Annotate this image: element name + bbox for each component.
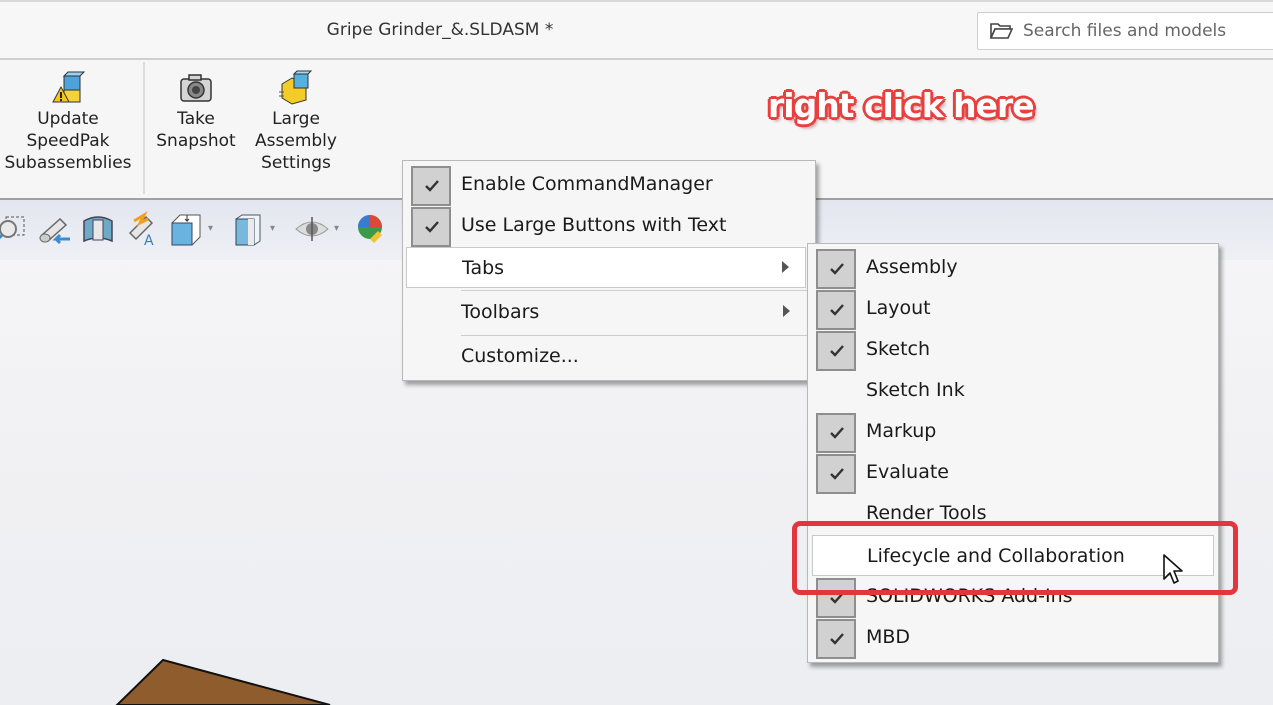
edit-appearance-icon[interactable] (354, 211, 384, 247)
menu-item-use-large-buttons[interactable]: Use Large Buttons with Text (406, 205, 812, 247)
check-icon (830, 427, 844, 439)
checkbox-checked (816, 249, 856, 289)
menu-item-label: Use Large Buttons with Text (461, 214, 727, 236)
take-snapshot-button[interactable]: Take Snapshot (150, 70, 242, 152)
dynamic-annotation-views-icon[interactable]: A (124, 211, 160, 247)
ribbon-label: Snapshot (156, 131, 236, 151)
menu-item-label: Enable CommandManager (461, 173, 713, 195)
menu-item-label: Sketch (866, 338, 931, 360)
chevron-down-icon[interactable]: ▾ (208, 224, 218, 234)
menu-item-toolbars[interactable]: Toolbars (406, 292, 806, 333)
large-assembly-icon (279, 70, 313, 105)
tab-toggle-sketch-ink[interactable]: Sketch Ink (811, 370, 1215, 411)
view-orientation-icon[interactable] (168, 211, 204, 247)
mouse-pointer-icon (1163, 554, 1183, 584)
previous-view-icon[interactable] (36, 211, 72, 247)
check-icon (830, 468, 844, 480)
camera-icon (180, 74, 212, 102)
check-icon (830, 345, 844, 357)
menu-item-label: Markup (866, 420, 937, 442)
search-files-input[interactable]: Search files and models (977, 12, 1273, 50)
heads-up-view-toolbar: A ▾ ▾ ▾ (0, 207, 410, 251)
menu-item-label: Toolbars (461, 301, 540, 323)
check-icon (425, 180, 439, 192)
tab-toggle-sketch[interactable]: Sketch (811, 329, 1215, 371)
checkbox-checked (816, 290, 856, 330)
svg-text:A: A (144, 233, 154, 247)
tabs-submenu: Assembly Layout Sketch Sketch Ink Markup… (807, 243, 1219, 663)
zoom-to-area-icon[interactable] (0, 211, 26, 247)
menu-item-label: MBD (866, 626, 911, 648)
menu-item-customize[interactable]: Customize... (406, 336, 812, 377)
ribbon-label: Update (37, 109, 99, 129)
tab-toggle-markup[interactable]: Markup (811, 411, 1215, 453)
update-speedpak-button[interactable]: Update SpeedPak Subassemblies (2, 70, 134, 174)
ribbon-label: Large (272, 109, 320, 129)
check-icon (830, 633, 844, 645)
search-placeholder: Search files and models (1023, 21, 1227, 41)
chevron-down-icon[interactable]: ▾ (270, 224, 280, 234)
hide-show-items-icon[interactable] (294, 211, 330, 247)
menu-item-label: Layout (866, 297, 931, 319)
title-bar: Gripe Grinder_&.SLDASM * Search files an… (0, 0, 1273, 60)
check-icon (425, 221, 439, 233)
tab-toggle-evaluate[interactable]: Evaluate (811, 452, 1215, 494)
checkbox-checked (816, 454, 856, 494)
submenu-arrow-icon (782, 261, 789, 273)
ribbon-label: SpeedPak (26, 131, 110, 151)
menu-item-label: Evaluate (866, 461, 949, 483)
checkbox-checked (816, 331, 856, 371)
menu-item-tabs[interactable]: Tabs (406, 247, 806, 288)
tab-toggle-layout[interactable]: Layout (811, 288, 1215, 330)
ribbon-separator (143, 62, 145, 194)
speedpak-warning-icon (52, 71, 86, 103)
document-title: Gripe Grinder_&.SLDASM * (326, 20, 554, 40)
tab-toggle-assembly[interactable]: Assembly (811, 247, 1215, 289)
check-icon (830, 263, 844, 275)
checkbox-checked (411, 166, 451, 206)
checkbox-checked (816, 413, 856, 453)
check-icon (830, 304, 844, 316)
menu-item-label: Customize... (461, 345, 579, 367)
display-style-icon[interactable] (230, 211, 266, 247)
menu-separator (461, 290, 809, 291)
instruction-annotation: right click here (768, 86, 1035, 125)
ribbon-label: Subassemblies (4, 153, 132, 173)
large-assembly-settings-button[interactable]: Large Assembly Settings (250, 70, 342, 174)
menu-item-label: Sketch Ink (866, 379, 965, 401)
ribbon-label: Take (177, 109, 215, 129)
chevron-down-icon[interactable]: ▾ (334, 224, 344, 234)
folder-icon (989, 23, 1013, 39)
commandmanager-context-menu: Enable CommandManager Use Large Buttons … (402, 160, 816, 381)
section-view-icon[interactable] (80, 211, 116, 247)
menu-item-label: Assembly (866, 256, 958, 278)
submenu-arrow-icon (783, 305, 790, 317)
checkbox-checked (816, 619, 856, 659)
menu-item-label: Tabs (462, 257, 505, 279)
menu-item-enable-commandmanager[interactable]: Enable CommandManager (406, 164, 812, 206)
checkbox-checked (411, 207, 451, 247)
tab-toggle-mbd[interactable]: MBD (811, 617, 1215, 659)
ribbon-label: Settings (261, 153, 331, 173)
ribbon-label: Assembly (255, 131, 337, 151)
